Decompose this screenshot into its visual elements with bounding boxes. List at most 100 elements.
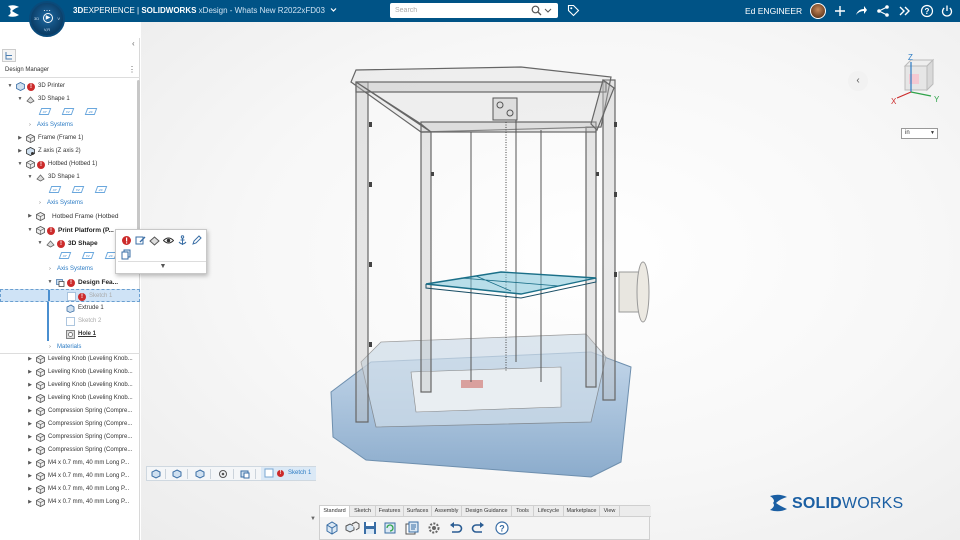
error-icon[interactable] <box>121 235 132 246</box>
tree-item-sketch-1[interactable]: ! Sketch 1 <box>0 289 140 302</box>
view-triad[interactable]: Z X Y <box>887 52 947 112</box>
settings-icon[interactable] <box>426 520 442 536</box>
plane-xy[interactable]: XY <box>38 108 52 115</box>
plane-zx[interactable]: ZX <box>84 108 98 115</box>
search-icon[interactable] <box>531 5 542 16</box>
crumb-assembly-icon[interactable] <box>151 469 161 479</box>
expand-toggle-icon[interactable]: ▶ <box>26 418 34 431</box>
expand-toggle-icon[interactable]: ▶ <box>26 457 34 470</box>
plane-yz[interactable]: YZ <box>71 186 85 193</box>
tree-item-frame[interactable]: ▶ Frame (Frame 1) <box>0 132 140 145</box>
tree-item-leveling-knob[interactable]: ▶ Leveling Knob (Leveling Knob... <box>0 379 140 392</box>
chevron-down-icon[interactable] <box>330 6 337 15</box>
new-assembly-icon[interactable] <box>344 520 360 536</box>
expand-toggle-icon[interactable]: ▶ <box>26 444 34 457</box>
crumb-part-icon[interactable] <box>172 469 182 479</box>
tab-tools[interactable]: Tools <box>512 506 534 517</box>
expand-toggle-icon[interactable]: ▶ <box>26 405 34 418</box>
plane-xy[interactable]: XY <box>48 186 62 193</box>
expand-toggle-icon[interactable]: ▶ <box>26 470 34 483</box>
expand-toggle-icon[interactable]: ▼ <box>26 224 34 237</box>
triad-x-label[interactable]: X <box>891 97 897 106</box>
expand-toggle-icon[interactable]: › <box>26 119 34 132</box>
expand-toggle-icon[interactable]: ▶ <box>26 379 34 392</box>
user-name[interactable]: Ed ENGINEER <box>745 6 802 16</box>
crumb-sketch[interactable]: ! Sketch 1 <box>261 467 316 480</box>
expand-toggle-icon[interactable]: ▶ <box>26 353 34 366</box>
expand-toggle-icon[interactable]: › <box>36 197 44 210</box>
tree-item-axis-systems[interactable]: › Axis Systems <box>0 197 140 210</box>
crumb-shape-icon[interactable] <box>195 469 205 479</box>
redo-icon[interactable] <box>470 520 486 536</box>
tag-icon[interactable] <box>567 4 580 17</box>
expand-toggle-icon[interactable]: ▼ <box>46 276 54 289</box>
rebuild-icon[interactable] <box>382 520 398 536</box>
expand-toggle-icon[interactable]: ▶ <box>16 132 24 145</box>
add-icon[interactable] <box>833 4 847 18</box>
expand-toggle-icon[interactable]: ▶ <box>26 392 34 405</box>
tab-design-guidance[interactable]: Design Guidance <box>462 506 512 517</box>
help-icon[interactable]: ? <box>494 520 510 536</box>
tree-item-3d-printer[interactable]: ▼! 3D Printer <box>0 80 140 93</box>
anchor-icon[interactable] <box>177 235 188 246</box>
more-options-icon[interactable]: ⋮ <box>128 65 136 74</box>
tree-view-tab[interactable] <box>2 49 16 62</box>
plane-zx[interactable]: ZX <box>94 186 108 193</box>
tab-sketch[interactable]: Sketch <box>350 506 376 517</box>
compass-vr-quadrant[interactable]: V,R <box>31 27 63 32</box>
tab-assembly[interactable]: Assembly <box>432 506 462 517</box>
3d-printer-model[interactable] <box>321 62 671 502</box>
expand-toggle-icon[interactable]: ▼ <box>16 158 24 171</box>
expand-toggle-icon[interactable]: ▼ <box>6 80 14 93</box>
tree-item-design-features[interactable]: ▼! Design Fea... <box>0 276 140 289</box>
crumb-design-features-icon[interactable] <box>240 469 250 479</box>
tree-item-compression-spring[interactable]: ▶ Compression Spring (Compre... <box>0 444 140 457</box>
expand-toggle-icon[interactable]: ▶ <box>26 366 34 379</box>
expand-toggle-icon[interactable]: ▶ <box>26 431 34 444</box>
tab-standard[interactable]: Standard <box>320 506 350 517</box>
tree-item-compression-spring[interactable]: ▶ Compression Spring (Compre... <box>0 418 140 431</box>
network-icon[interactable] <box>876 4 890 18</box>
triad-z-label[interactable]: Z <box>908 53 913 62</box>
tree-item-z-axis[interactable]: ▶ Z axis (Z axis 2) <box>0 145 140 158</box>
tree-item-compression-spring[interactable]: ▶ Compression Spring (Compre... <box>0 431 140 444</box>
expand-toggle-icon[interactable]: ▶ <box>16 145 24 158</box>
tab-features[interactable]: Features <box>376 506 404 517</box>
tree-item-compression-spring[interactable]: ▶ Compression Spring (Compre... <box>0 405 140 418</box>
tab-lifecycle[interactable]: Lifecycle <box>534 506 564 517</box>
compass-3d-quadrant[interactable]: 3D <box>34 16 39 21</box>
share-icon[interactable] <box>854 4 868 18</box>
tree-item-m4-screw[interactable]: ▶ M4 x 0.7 mm, 40 mm Long P... <box>0 496 140 509</box>
tree-item-hole-1[interactable]: Hole 1 <box>0 328 140 341</box>
properties-icon[interactable] <box>404 520 420 536</box>
new-part-icon[interactable] <box>324 520 340 536</box>
crumb-feature-icon[interactable] <box>218 469 228 479</box>
expand-toggle-icon[interactable]: ▶ <box>26 483 34 496</box>
tree-item-m4-screw[interactable]: ▶ M4 x 0.7 mm, 40 mm Long P... <box>0 457 140 470</box>
power-icon[interactable] <box>940 4 954 18</box>
collapse-actionbar-icon[interactable]: ▼ <box>310 516 316 522</box>
triad-y-label[interactable]: Y <box>934 95 940 104</box>
plane-yz[interactable]: YZ <box>61 108 75 115</box>
tree-item-sketch-2[interactable]: Sketch 2 <box>0 315 140 328</box>
expand-toggle-icon[interactable]: ▼ <box>36 237 44 250</box>
expand-toggle-icon[interactable]: ▼ <box>16 93 24 106</box>
search-options-chevron-icon[interactable] <box>544 5 554 16</box>
tree-item-leveling-knob[interactable]: ▶ Leveling Knob (Leveling Knob... <box>0 353 140 366</box>
play-icon[interactable]: ▶ <box>43 13 53 23</box>
tree-item-m4-screw[interactable]: ▶ M4 x 0.7 mm, 40 mm Long P... <box>0 470 140 483</box>
undo-icon[interactable] <box>448 520 464 536</box>
rename-icon[interactable] <box>191 235 202 246</box>
edit-feature-icon[interactable] <box>149 235 160 246</box>
expand-toggle-icon[interactable]: ▶ <box>26 210 34 223</box>
expand-toggle-icon[interactable]: › <box>46 263 54 276</box>
chevron-down-icon[interactable]: ▼ <box>158 263 168 271</box>
edit-sketch-icon[interactable] <box>135 235 146 246</box>
tree-item-hotbed[interactable]: ▼! Hotbed (Hotbed 1) <box>0 158 140 171</box>
avatar[interactable] <box>810 3 826 19</box>
plane-yz[interactable]: YZ <box>81 252 95 259</box>
compass-widget[interactable]: ⋯ 3D ▶ V V,R <box>29 1 65 37</box>
collapse-panel-icon[interactable]: ‹ <box>132 39 135 48</box>
expand-toggle-icon[interactable]: ▶ <box>26 496 34 509</box>
tab-surfaces[interactable]: Surfaces <box>404 506 432 517</box>
